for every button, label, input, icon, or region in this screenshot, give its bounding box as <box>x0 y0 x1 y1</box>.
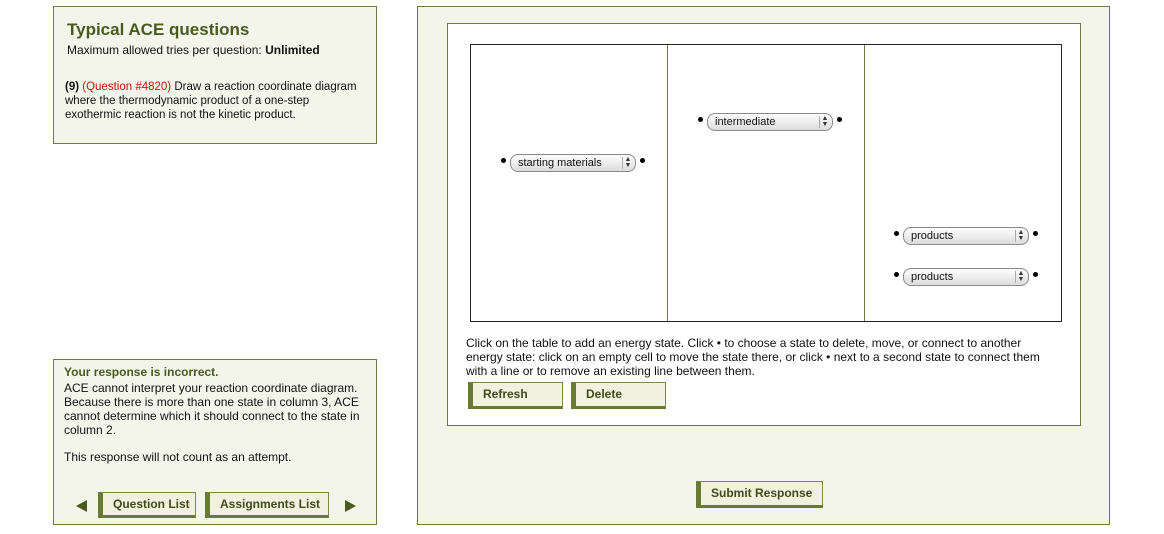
state-select-value: products <box>911 230 954 242</box>
state-select-value: starting materials <box>518 157 602 169</box>
assignments-list-button[interactable]: Assignments List <box>205 492 329 518</box>
max-tries-line: Maximum allowed tries per question: Unli… <box>67 43 320 57</box>
diagram-instructions: Click on the table to add an energy stat… <box>466 336 1040 378</box>
energy-state-intermediate[interactable]: intermediate ▲ ▼ <box>694 113 846 131</box>
energy-state-products-2[interactable]: products ▲ ▼ <box>890 268 1042 286</box>
state-select[interactable]: products ▲ ▼ <box>903 268 1029 286</box>
state-select[interactable]: starting materials ▲ ▼ <box>510 154 636 172</box>
max-tries-label: Maximum allowed tries per question: <box>67 43 262 57</box>
response-panel: starting materials ▲▼ intermediate ▲▼ <box>417 6 1110 525</box>
energy-state-starting-materials[interactable]: starting materials ▲ ▼ <box>497 154 649 172</box>
state-handle-left-dot[interactable] <box>894 230 899 236</box>
question-id-link[interactable]: (Question #4820) <box>82 81 171 93</box>
diagram-column-1[interactable]: starting materials ▲ ▼ <box>471 45 668 321</box>
question-info-panel: Typical ACE questions Maximum allowed tr… <box>53 6 377 144</box>
diagram-column-3[interactable]: products ▲ ▼ products ▲ ▼ <box>865 45 1061 321</box>
state-handle-right-dot[interactable] <box>1033 271 1038 277</box>
diagram-editor: starting materials ▲▼ intermediate ▲▼ <box>447 23 1081 426</box>
chevron-updown-icon: ▲ ▼ <box>622 156 633 169</box>
delete-button[interactable]: Delete <box>571 382 666 409</box>
state-select[interactable]: intermediate ▲ ▼ <box>707 113 833 131</box>
submit-response-button[interactable]: Submit Response <box>696 481 823 508</box>
chevron-updown-icon: ▲ ▼ <box>1015 229 1026 242</box>
state-handle-left-dot[interactable] <box>894 271 899 277</box>
diagram-column-2[interactable]: intermediate ▲ ▼ <box>668 45 865 321</box>
state-handle-right-dot[interactable] <box>1033 230 1038 236</box>
feedback-message: ACE cannot interpret your reaction coord… <box>64 381 360 437</box>
feedback-title: Your response is incorrect. <box>64 365 219 379</box>
question-text-block: (9) (Question #4820) Draw a reaction coo… <box>65 80 365 122</box>
state-select-value: intermediate <box>715 116 776 128</box>
state-handle-right-dot[interactable] <box>640 157 645 163</box>
chevron-updown-icon: ▲ ▼ <box>819 115 830 128</box>
question-number: (9) <box>65 81 80 93</box>
state-handle-left-dot[interactable] <box>501 157 506 163</box>
energy-diagram-table[interactable]: starting materials ▲▼ intermediate ▲▼ <box>470 44 1062 322</box>
energy-state-products-1[interactable]: products ▲ ▼ <box>890 227 1042 245</box>
state-select-value: products <box>911 271 954 283</box>
feedback-panel: Your response is incorrect. ACE cannot i… <box>53 359 377 525</box>
state-handle-left-dot[interactable] <box>698 116 703 122</box>
refresh-button[interactable]: Refresh <box>468 382 563 409</box>
max-tries-value: Unlimited <box>265 43 320 57</box>
state-select[interactable]: products ▲ ▼ <box>903 227 1029 245</box>
state-handle-right-dot[interactable] <box>837 116 842 122</box>
chevron-updown-icon: ▲ ▼ <box>1015 270 1026 283</box>
feedback-note: This response will not count as an attem… <box>64 450 292 464</box>
previous-question-arrow-icon[interactable] <box>76 500 87 512</box>
next-question-arrow-icon[interactable] <box>345 500 356 512</box>
page-title: Typical ACE questions <box>67 20 250 39</box>
question-list-button[interactable]: Question List <box>98 492 196 518</box>
